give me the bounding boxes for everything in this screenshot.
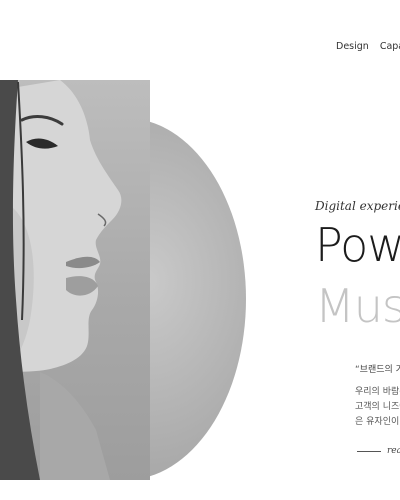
neck bbox=[40, 372, 110, 480]
hero-tagline: Digital experience d bbox=[315, 199, 400, 213]
read-more-rule bbox=[357, 450, 381, 452]
body-line: 은 유자인이 인 bbox=[355, 417, 400, 427]
hero-headline-line-2: Musi bbox=[315, 279, 400, 333]
body-line: 우리의 바람은 bbox=[355, 387, 400, 397]
hero-body-copy: 우리의 바람은 고객의 니즈에 은 유자인이 인 bbox=[355, 385, 400, 430]
body-line: 고객의 니즈에 bbox=[355, 402, 400, 412]
hero-headline-line-1: Powe bbox=[315, 218, 400, 272]
hero-quote: “브랜드의 가 bbox=[355, 365, 400, 375]
read-more-label: reac bbox=[387, 446, 400, 456]
page: Design Capabi Digital experience d Powe … bbox=[0, 0, 400, 500]
read-more-link[interactable]: reac bbox=[357, 446, 400, 456]
